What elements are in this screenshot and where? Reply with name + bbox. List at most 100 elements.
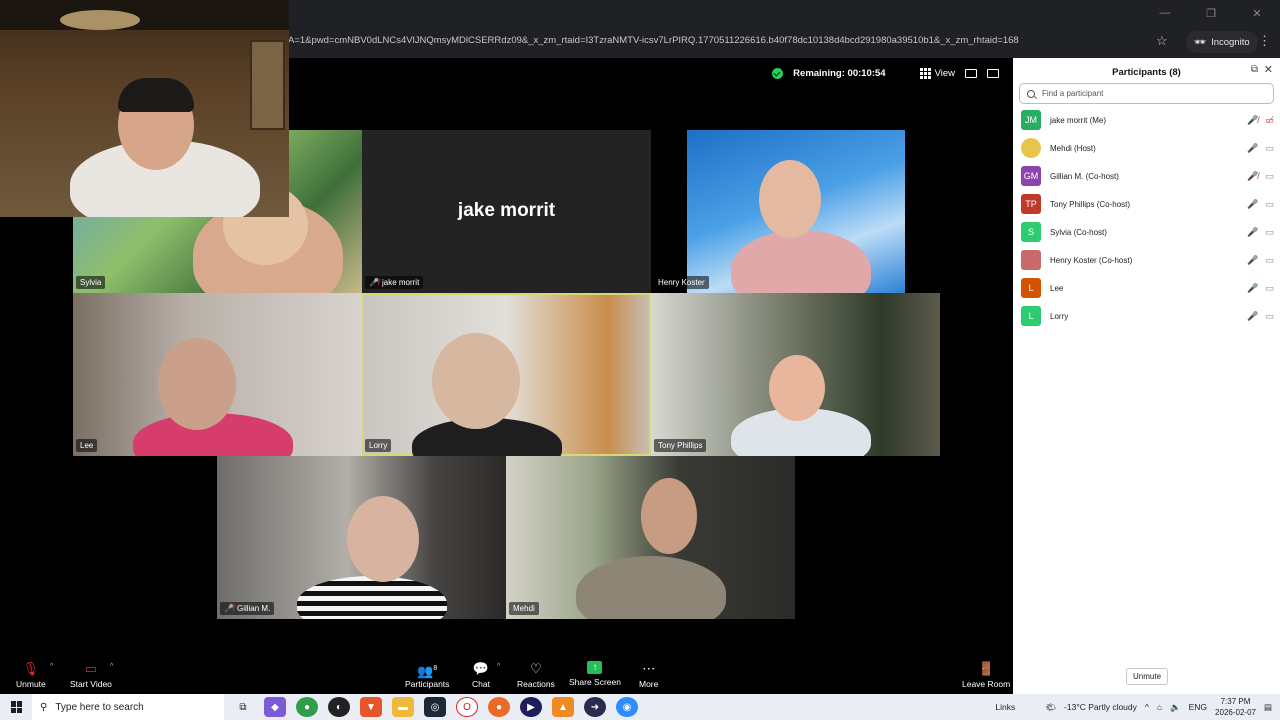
encryption-shield-icon[interactable] [772, 68, 784, 79]
file-explorer-icon[interactable]: ▬ [392, 697, 414, 717]
avatar: S [1021, 222, 1041, 242]
participant-row[interactable]: L Lorry 🎤 ▭ [1013, 302, 1280, 330]
steam-icon[interactable]: ◎ [424, 697, 446, 717]
weather-icon: 🌤 [1045, 701, 1057, 712]
participant-row[interactable]: S Sylvia (Co-host) 🎤 ▭ [1013, 218, 1280, 246]
incognito-badge[interactable]: 🕶 Incognito [1186, 31, 1258, 53]
participants-button[interactable]: 👥8 Participants [405, 661, 449, 689]
participant-row[interactable]: Henry Koster (Co-host) 🎤 ▭ [1013, 246, 1280, 274]
video-icon[interactable]: ▭ [1265, 255, 1274, 266]
weather-text[interactable]: -13°C Partly cloudy [1064, 702, 1137, 712]
links-label[interactable]: Links [995, 702, 1015, 712]
participant-name: Tony Phillips (Co-host) [1050, 199, 1131, 209]
windows-start-icon[interactable] [11, 701, 23, 713]
volume-icon[interactable]: 🔈 [1170, 702, 1181, 713]
video-icon[interactable]: ▭ [1265, 143, 1274, 154]
participant-row[interactable]: GM Gillian M. (Co-host) 🎤̸ ▭ [1013, 162, 1280, 190]
participant-search[interactable] [1019, 83, 1274, 104]
tile-name-label: Mehdi [509, 602, 539, 615]
tile-name-label: Lee [76, 439, 98, 452]
mic-icon[interactable]: 🎤 [1247, 255, 1258, 266]
zoom-app-icon[interactable]: ◉ [616, 697, 638, 717]
more-button[interactable]: ⋯ More [639, 661, 658, 689]
close-icon[interactable]: ✕ [1264, 63, 1273, 76]
leave-door-icon: 🚪 [978, 661, 995, 676]
url-text[interactable]: A=1&pwd=cmNBV0dLNCs4VlJNQmsyMDlCSERRdz09… [288, 35, 1019, 46]
start-video-button[interactable]: ▭ Start Video [70, 661, 112, 689]
video-icon[interactable]: ▭ [1265, 171, 1274, 182]
leave-room-button[interactable]: 🚪 Leave Room [962, 661, 1010, 689]
network-icon[interactable]: ⌂ [1157, 702, 1162, 712]
avatar: TP [1021, 194, 1041, 214]
mic-icon[interactable]: 🎤 [1247, 199, 1258, 210]
firefox-icon[interactable]: ● [488, 697, 510, 717]
video-tile-jake-morrit[interactable]: jake morrit 🎤̸ jake morrit [362, 130, 651, 293]
incognito-icon: 🕶 [1194, 36, 1207, 48]
chat-button[interactable]: 💬 Chat [472, 661, 490, 689]
audio-options-caret-icon[interactable]: ^ [50, 663, 53, 670]
self-view-video[interactable] [0, 0, 289, 217]
muted-mic-icon[interactable]: 🎤̸ [1247, 115, 1258, 126]
incognito-label: Incognito [1211, 36, 1250, 48]
mic-icon[interactable]: 🎤 [1247, 283, 1258, 294]
video-icon[interactable]: ▭ [1265, 227, 1274, 238]
arrow-app-icon[interactable]: ➜ [584, 697, 606, 717]
video-icon[interactable]: ▭ [1265, 199, 1274, 210]
video-tile-mehdi[interactable]: Mehdi [506, 456, 795, 619]
dark-app-icon[interactable]: ◐ [328, 697, 350, 717]
close-window-icon[interactable]: ✕ [1234, 0, 1280, 26]
share-screen-icon: ↑ [587, 661, 603, 674]
reactions-button[interactable]: ♡ Reactions [517, 661, 555, 689]
copilot-icon[interactable]: ◆ [264, 697, 286, 717]
brave-icon[interactable]: ▼ [360, 697, 382, 717]
video-tile-lorry[interactable]: Lorry [362, 293, 651, 456]
participant-row[interactable]: TP Tony Phillips (Co-host) 🎤 ▭ [1013, 190, 1280, 218]
taskbar-apps: ⧉ ◆ ● ◐ ▼ ▬ ◎ O ● ▶ ▲ ➜ ◉ [232, 697, 638, 717]
browser-menu-icon[interactable]: ⋮ [1258, 33, 1271, 49]
avatar: GM [1021, 166, 1041, 186]
fullscreen-icon[interactable] [987, 69, 999, 78]
minimize-icon[interactable]: — [1142, 0, 1188, 26]
avatar: JM [1021, 110, 1041, 130]
panel-unmute-button[interactable]: Unmute [1126, 668, 1169, 685]
more-dots-icon: ⋯ [642, 661, 656, 676]
view-label: View [934, 68, 955, 79]
view-button[interactable]: View [919, 68, 955, 79]
unmute-button[interactable]: 🎙 Unmute [16, 661, 46, 689]
participant-name: jake morrit (Me) [1050, 115, 1107, 125]
video-icon[interactable]: ▭ [1265, 311, 1274, 322]
chat-options-caret-icon[interactable]: ^ [497, 663, 500, 670]
clock[interactable]: 7:37 PM 2026-02-07 [1215, 696, 1256, 718]
opera-icon[interactable]: O [456, 697, 478, 717]
taskbar-search[interactable]: ⚲ Type here to search [32, 694, 224, 720]
picture-in-picture-icon[interactable] [965, 69, 977, 78]
video-off-icon: ▭ [84, 661, 98, 676]
video-off-icon[interactable]: ▭̸ [1265, 115, 1274, 126]
share-screen-button[interactable]: ↑ Share Screen [569, 661, 621, 687]
muted-mic-icon[interactable]: 🎤̸ [1247, 171, 1258, 182]
video-icon[interactable]: ▭ [1265, 283, 1274, 294]
language-indicator[interactable]: ENG [1189, 702, 1207, 712]
chrome-icon[interactable]: ● [296, 697, 318, 717]
mic-icon[interactable]: 🎤 [1247, 143, 1258, 154]
task-view-icon[interactable]: ⧉ [232, 697, 254, 717]
video-options-caret-icon[interactable]: ^ [110, 663, 113, 670]
bookmark-star-icon[interactable]: ☆ [1156, 33, 1168, 49]
mic-icon[interactable]: 🎤 [1247, 227, 1258, 238]
participant-row[interactable]: L Lee 🎤 ▭ [1013, 274, 1280, 302]
participant-row[interactable]: Mehdi (Host) 🎤 ▭ [1013, 134, 1280, 162]
participant-row[interactable]: JM jake morrit (Me) 🎤̸ ▭̸ [1013, 106, 1280, 134]
popout-icon[interactable]: ⧉ [1251, 64, 1258, 75]
restore-icon[interactable]: ❐ [1188, 0, 1234, 26]
tile-name-label: 🎤̸ jake morrit [365, 276, 424, 289]
video-tile-lee[interactable]: Lee [73, 293, 362, 456]
video-tile-henry-koster[interactable]: Henry Koster [651, 130, 940, 293]
mic-icon[interactable]: 🎤 [1247, 311, 1258, 322]
tray-expand-icon[interactable]: ^ [1145, 702, 1149, 712]
participant-search-input[interactable] [1042, 89, 1242, 98]
video-tile-tony-phillips[interactable]: Tony Phillips [651, 293, 940, 456]
media-player-icon[interactable]: ▶ [520, 697, 542, 717]
video-tile-gillian-m[interactable]: 🎤̸ Gillian M. [217, 456, 506, 619]
notifications-icon[interactable]: ▤ [1264, 702, 1272, 713]
vlc-icon[interactable]: ▲ [552, 697, 574, 717]
